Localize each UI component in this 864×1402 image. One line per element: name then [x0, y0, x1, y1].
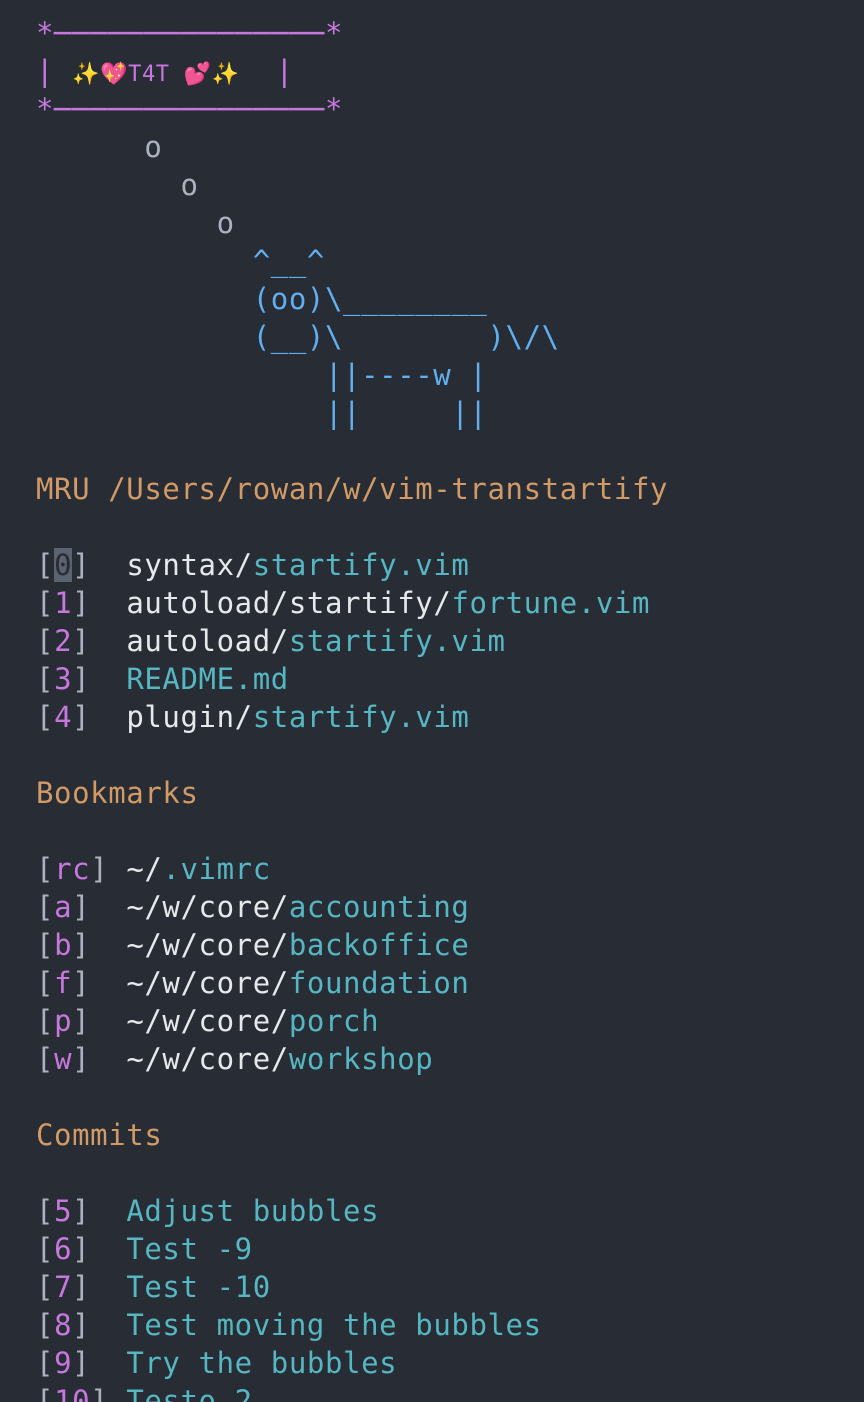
cow-art-line: || || [36, 396, 488, 430]
banner-bottom-border: *───────────────* [36, 92, 344, 126]
commit-index: 7 [54, 1270, 73, 1304]
bookmark-index: a [54, 890, 73, 924]
mru-item[interactable]: [3] README.md [36, 660, 289, 698]
bookmark-index: b [54, 928, 73, 962]
cow-art-line: (oo)\________ [36, 282, 488, 316]
bookmark-dir: ~/w/core/ [126, 966, 289, 1000]
commit-index: 9 [54, 1346, 73, 1380]
mru-item[interactable]: [2] autoload/startify.vim [36, 622, 506, 660]
cow-art-line: (__)\ )\/\ [36, 320, 560, 354]
bookmark-dir: ~/w/core/ [126, 1042, 289, 1076]
mru-file: startify.vim [288, 624, 506, 658]
bookmark-index: f [54, 966, 73, 1000]
banner-title: ✨💖T4T 💕✨ [72, 62, 240, 87]
commit-item[interactable]: [5] Adjust bubbles [36, 1192, 379, 1230]
bookmark-file: porch [288, 1004, 380, 1038]
startify-screen: *───────────────* | ✨💖T4T 💕✨ | *────────… [0, 0, 864, 1402]
commit-message: Testo 2 [126, 1384, 253, 1402]
thought-bubble: o [36, 168, 199, 202]
mru-index: 2 [54, 624, 73, 658]
mru-index: 4 [54, 700, 73, 734]
thought-bubble: o [36, 206, 235, 240]
banner-right-border: | [239, 54, 294, 88]
mru-item[interactable]: [4] plugin/startify.vim [36, 698, 469, 736]
banner-left-border: | [36, 54, 73, 88]
mru-item[interactable]: [1] autoload/startify/fortune.vim [36, 584, 650, 622]
mru-index: 3 [54, 662, 73, 696]
bookmark-file: backoffice [288, 928, 470, 962]
commit-item[interactable]: [6] Test -9 [36, 1230, 253, 1268]
bookmark-dir: ~/w/core/ [126, 890, 289, 924]
commit-item[interactable]: [7] Test -10 [36, 1268, 271, 1306]
mru-dir: syntax/ [126, 548, 253, 582]
commit-message: Test -9 [126, 1232, 253, 1266]
bookmark-dir: ~/w/core/ [126, 1004, 289, 1038]
bookmark-file: accounting [288, 890, 470, 924]
mru-index[interactable]: 0 [54, 548, 73, 582]
mru-item[interactable]: [0] syntax/startify.vim [36, 546, 469, 584]
banner-title-row: | ✨💖T4T 💕✨ | [36, 52, 294, 90]
bookmark-item[interactable]: [b] ~/w/core/backoffice [36, 926, 469, 964]
commit-message: Test moving the bubbles [126, 1308, 542, 1342]
bookmark-item[interactable]: [p] ~/w/core/porch [36, 1002, 379, 1040]
commit-item[interactable]: [8] Test moving the bubbles [36, 1306, 542, 1344]
commits-heading: Commits [36, 1118, 163, 1152]
bookmarks-heading: Bookmarks [36, 776, 199, 810]
banner-top-border: *───────────────* [36, 16, 344, 50]
bookmark-dir: ~/ [126, 852, 163, 886]
commit-index: 8 [54, 1308, 73, 1342]
mru-dir: plugin/ [126, 700, 253, 734]
bookmark-item[interactable]: [f] ~/w/core/foundation [36, 964, 469, 1002]
bookmark-item[interactable]: [a] ~/w/core/accounting [36, 888, 469, 926]
commit-index: 10 [54, 1384, 91, 1402]
commit-message: Test -10 [126, 1270, 271, 1304]
commit-message: Adjust bubbles [126, 1194, 380, 1228]
bookmark-dir: ~/w/core/ [126, 928, 289, 962]
bookmark-index: w [54, 1042, 73, 1076]
commit-item[interactable]: [10] Testo 2 [36, 1382, 253, 1402]
cow-art-line: ||----w | [36, 358, 488, 392]
mru-file: startify.vim [252, 700, 470, 734]
mru-file: README.md [126, 662, 289, 696]
bookmark-index: rc [54, 852, 91, 886]
bookmark-item[interactable]: [rc] ~/.vimrc [36, 850, 271, 888]
commit-item[interactable]: [9] Try the bubbles [36, 1344, 397, 1382]
commit-message: Try the bubbles [126, 1346, 398, 1380]
bookmark-file: .vimrc [162, 852, 271, 886]
bookmark-file: foundation [288, 966, 470, 1000]
bookmark-item[interactable]: [w] ~/w/core/workshop [36, 1040, 433, 1078]
mru-index: 1 [54, 586, 73, 620]
commit-index: 5 [54, 1194, 73, 1228]
mru-file: startify.vim [252, 548, 470, 582]
bookmark-file: workshop [288, 1042, 434, 1076]
thought-bubble: o [36, 130, 163, 164]
mru-dir: autoload/startify/ [126, 586, 452, 620]
cow-art-line: ^__^ [36, 244, 325, 278]
commit-index: 6 [54, 1232, 73, 1266]
mru-dir: autoload/ [126, 624, 289, 658]
mru-file: fortune.vim [451, 586, 651, 620]
bookmark-index: p [54, 1004, 73, 1038]
mru-heading: MRU /Users/rowan/w/vim-transtartify [36, 472, 669, 506]
